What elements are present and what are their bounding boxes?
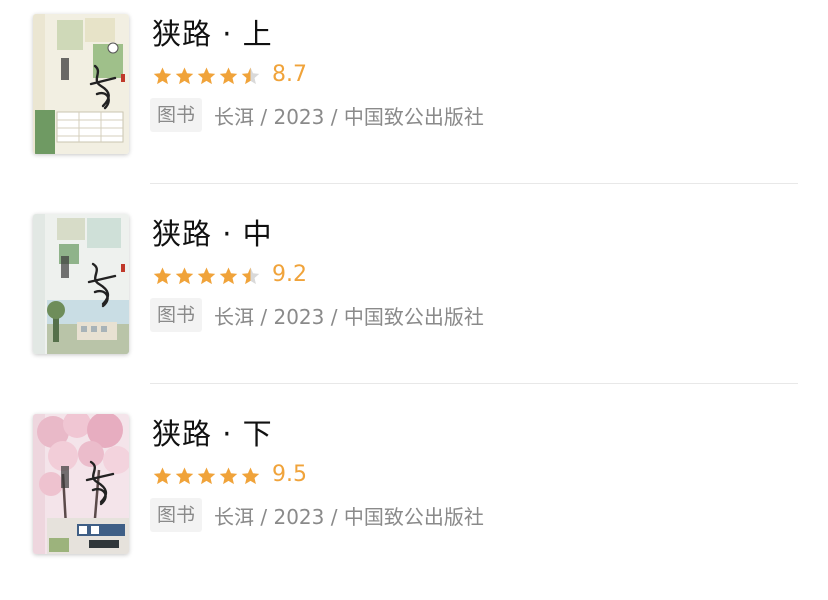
star-full-icon <box>197 266 216 284</box>
book-list-item[interactable]: 狭路 · 下 9.5 图书 长洱 / 2023 / 中国致公出版社 <box>0 400 828 600</box>
star-full-icon <box>175 66 194 84</box>
star-rating <box>152 265 261 286</box>
star-full-icon <box>153 466 172 484</box>
star-full-icon <box>175 466 194 484</box>
star-full-icon <box>153 66 172 84</box>
book-list-item[interactable]: 狭路 · 上 8.7 图书 长洱 / 2023 / 中国致公出版社 <box>0 0 828 200</box>
book-rating: 9.2 <box>152 260 307 290</box>
book-cover-art <box>33 414 129 554</box>
book-cover-art <box>33 14 129 154</box>
star-full-icon <box>197 66 216 84</box>
star-full-icon <box>219 66 238 84</box>
book-meta: 长洱 / 2023 / 中国致公出版社 <box>214 104 484 129</box>
star-full-icon <box>153 266 172 284</box>
star-full-icon <box>197 466 216 484</box>
book-rating: 9.5 <box>152 460 307 490</box>
star-full-icon <box>175 266 194 284</box>
rating-score: 8.7 <box>272 62 307 87</box>
divider <box>150 183 798 184</box>
star-full-icon <box>241 466 260 484</box>
book-cover[interactable] <box>33 14 129 154</box>
book-title[interactable]: 狭路 · 中 <box>152 214 273 254</box>
book-cover[interactable] <box>33 214 129 354</box>
category-tag: 图书 <box>150 298 203 332</box>
book-meta: 长洱 / 2023 / 中国致公出版社 <box>214 304 484 329</box>
book-meta-row: 图书 长洱 / 2023 / 中国致公出版社 <box>150 98 484 132</box>
star-full-icon <box>219 466 238 484</box>
book-cover-art <box>33 214 129 354</box>
book-title[interactable]: 狭路 · 下 <box>152 414 273 454</box>
book-list-item[interactable]: 狭路 · 中 9.2 图书 长洱 / 2023 / 中国致公出版社 <box>0 200 828 400</box>
book-title[interactable]: 狭路 · 上 <box>152 14 273 54</box>
book-meta: 长洱 / 2023 / 中国致公出版社 <box>214 504 484 529</box>
category-tag: 图书 <box>150 498 203 532</box>
star-rating <box>152 65 261 86</box>
rating-score: 9.5 <box>272 462 307 487</box>
book-meta-row: 图书 长洱 / 2023 / 中国致公出版社 <box>150 298 484 332</box>
book-rating: 8.7 <box>152 60 307 90</box>
book-meta-row: 图书 长洱 / 2023 / 中国致公出版社 <box>150 498 484 532</box>
book-list: 狭路 · 上 8.7 图书 长洱 / 2023 / 中国致公出版社 狭路 · 中… <box>0 0 828 575</box>
star-half-icon <box>241 66 260 84</box>
star-rating <box>152 465 261 486</box>
category-tag: 图书 <box>150 98 203 132</box>
star-full-icon <box>219 266 238 284</box>
book-cover[interactable] <box>33 414 129 554</box>
rating-score: 9.2 <box>272 262 307 287</box>
star-half-icon <box>241 266 260 284</box>
divider <box>150 383 798 384</box>
